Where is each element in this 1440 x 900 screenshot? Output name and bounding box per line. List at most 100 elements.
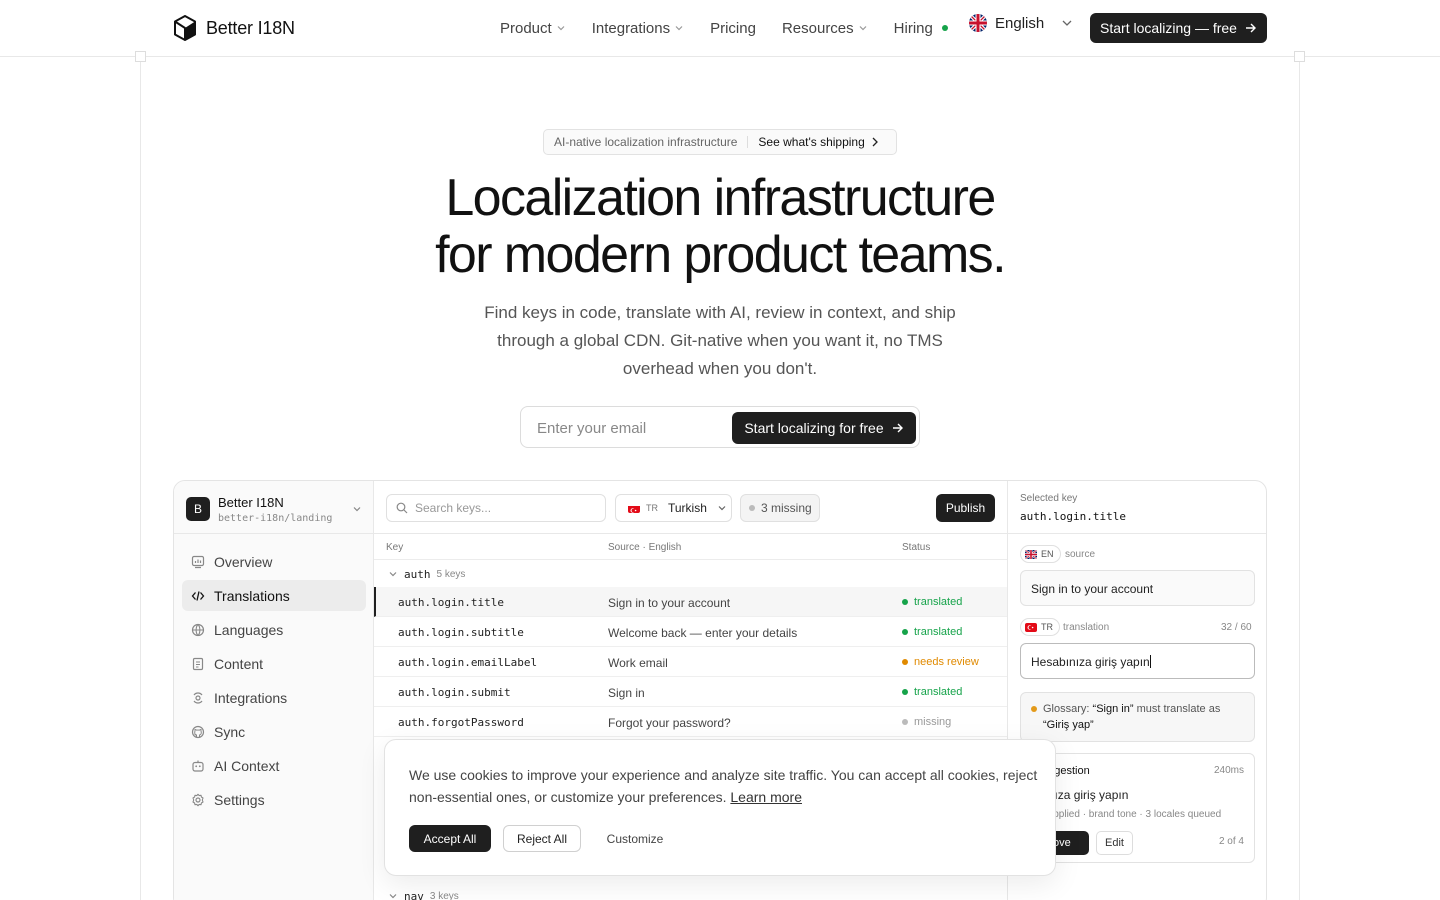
row-key: auth.forgotPassword bbox=[398, 716, 524, 729]
sidebar-item-translations[interactable]: Translations bbox=[182, 580, 366, 611]
search-keys-placeholder: Search keys... bbox=[415, 501, 492, 515]
accept-all-button[interactable]: Accept All bbox=[409, 825, 491, 852]
language-selector[interactable]: English bbox=[969, 14, 1074, 32]
source-locale-code: EN bbox=[1041, 549, 1054, 559]
workspace-repo: better-i18n/landing bbox=[218, 512, 333, 524]
sidebar-item-integrations[interactable]: Integrations bbox=[182, 682, 366, 713]
workspace-switcher[interactable]: B Better I18N better-i18n/landing bbox=[186, 494, 364, 524]
text-cursor bbox=[1149, 655, 1151, 668]
nav-product[interactable]: Product bbox=[500, 20, 566, 37]
suggestion-pager: 2 of 4 bbox=[1218, 836, 1244, 847]
language-name: Turkish bbox=[668, 501, 707, 515]
nav-hiring-label: Hiring bbox=[893, 19, 933, 37]
selected-key-name: auth.login.title bbox=[1020, 510, 1126, 523]
sidebar-item-languages[interactable]: Languages bbox=[182, 614, 366, 645]
nav-resources-label: Resources bbox=[781, 19, 854, 37]
row-key: auth.login.title bbox=[398, 596, 504, 609]
turkey-flag-icon bbox=[628, 504, 640, 513]
sidebar-item-label: Translations bbox=[214, 587, 290, 604]
top-navigation-bar: Better I18N Product Integrations Pricing… bbox=[0, 0, 1440, 57]
missing-filter-badge[interactable]: 3 missing bbox=[740, 494, 820, 522]
language-label: English bbox=[995, 14, 1045, 32]
row-status-label: translated bbox=[914, 686, 963, 698]
key-group-auth[interactable]: auth 5 keys bbox=[374, 561, 1007, 587]
chevron-down-icon bbox=[557, 26, 565, 31]
sidebar-item-label: Settings bbox=[214, 791, 265, 808]
document-icon bbox=[192, 657, 204, 670]
chevron-down-icon bbox=[389, 572, 397, 577]
ai-suggestion-latency: 240ms bbox=[1213, 765, 1244, 776]
translation-input[interactable]: Hesabınıza giriş yapın bbox=[1020, 643, 1255, 679]
table-row[interactable]: auth.forgotPassword Forgot your password… bbox=[374, 707, 1007, 737]
group-name: nav bbox=[404, 889, 424, 900]
target-language-select[interactable]: TR Turkish bbox=[615, 494, 732, 522]
workspace-name: Better I18N bbox=[218, 494, 284, 510]
frame-line-left bbox=[140, 57, 141, 900]
signup-button[interactable]: Start localizing for free bbox=[732, 412, 916, 444]
edit-button[interactable]: Edit bbox=[1096, 831, 1133, 855]
status-dot bbox=[902, 659, 908, 665]
glossary-target: “Giriş yap” bbox=[1043, 719, 1094, 731]
hero-title: Localization infrastructure for modern p… bbox=[320, 170, 1120, 284]
search-icon bbox=[396, 502, 408, 514]
row-source: Sign in bbox=[608, 686, 645, 700]
hero-title-line-2: for modern product teams. bbox=[435, 226, 1006, 284]
search-keys-input[interactable]: Search keys... bbox=[386, 494, 606, 522]
nav-product-label: Product bbox=[500, 19, 552, 37]
nav-pricing-label: Pricing bbox=[710, 19, 756, 37]
row-source: Welcome back — enter your details bbox=[608, 626, 798, 640]
status-dot bbox=[902, 629, 908, 635]
row-key: auth.login.submit bbox=[398, 686, 511, 699]
nav-pricing[interactable]: Pricing bbox=[710, 20, 756, 37]
start-localizing-label: Start localizing — free bbox=[1100, 20, 1237, 36]
key-group-nav[interactable]: nav 3 keys bbox=[374, 883, 1007, 900]
nav-hiring[interactable]: Hiring bbox=[894, 20, 948, 37]
brand-logo[interactable]: Better I18N bbox=[173, 15, 295, 41]
announcement-tagline: AI-native localization infrastructure bbox=[544, 136, 749, 148]
reject-all-button[interactable]: Reject All bbox=[503, 825, 581, 852]
frame-line-right bbox=[1299, 57, 1300, 900]
arrow-right-icon bbox=[892, 423, 903, 433]
sidebar-item-label: Languages bbox=[214, 621, 284, 638]
target-caption: translation bbox=[1063, 622, 1110, 633]
cookie-message-text: We use cookies to improve your experienc… bbox=[409, 767, 1038, 805]
integrations-icon bbox=[193, 691, 203, 704]
table-row[interactable]: auth.login.emailLabel Work email needs r… bbox=[374, 647, 1007, 677]
sidebar-nav: Overview Translations Languages Content … bbox=[182, 546, 366, 818]
start-localizing-button[interactable]: Start localizing — free bbox=[1090, 13, 1267, 43]
announcement-link[interactable]: See what's shipping bbox=[748, 135, 878, 149]
table-header: Key Source · English Status bbox=[374, 535, 1007, 560]
sidebar-item-sync[interactable]: Sync bbox=[182, 716, 366, 747]
announcement-pill[interactable]: AI-native localization infrastructure Se… bbox=[543, 129, 897, 155]
email-input[interactable] bbox=[537, 417, 727, 439]
group-count: 3 keys bbox=[429, 890, 459, 900]
code-icon bbox=[191, 590, 205, 601]
missing-dot bbox=[749, 505, 755, 511]
brand-name: Better I18N bbox=[206, 17, 295, 38]
sidebar-item-overview[interactable]: Overview bbox=[182, 546, 366, 577]
turkey-flag-icon bbox=[1025, 622, 1037, 632]
sidebar-item-label: Integrations bbox=[214, 689, 288, 706]
table-row[interactable]: auth.login.submit Sign in translated bbox=[374, 677, 1007, 707]
learn-more-link[interactable]: Learn more bbox=[730, 789, 802, 805]
table-row[interactable]: auth.login.title Sign in to your account… bbox=[374, 587, 1007, 617]
sidebar-item-settings[interactable]: Settings bbox=[182, 784, 366, 815]
chevron-down-icon bbox=[718, 506, 726, 511]
glossary-notice: Glossary: “Sign in” must translate as “G… bbox=[1020, 692, 1255, 742]
customize-button[interactable]: Customize bbox=[593, 825, 677, 852]
chevron-down-icon bbox=[389, 894, 397, 899]
sidebar-item-ai-context[interactable]: AI Context bbox=[182, 750, 366, 781]
glossary-mid: must translate as bbox=[1136, 703, 1221, 715]
publish-button[interactable]: Publish bbox=[936, 494, 995, 522]
hero-subtitle: Find keys in code, translate with AI, re… bbox=[484, 303, 956, 378]
table-row[interactable]: auth.login.subtitle Welcome back — enter… bbox=[374, 617, 1007, 647]
translation-text: Hesabınıza giriş yapın bbox=[1031, 655, 1150, 669]
source-caption: source bbox=[1065, 549, 1096, 560]
nav-integrations[interactable]: Integrations bbox=[592, 20, 684, 37]
character-count: 32 / 60 bbox=[1221, 622, 1252, 633]
translations-toolbar: Search keys... TR Turkish 3 missing Publ… bbox=[374, 481, 1007, 534]
sidebar-item-content[interactable]: Content bbox=[182, 648, 366, 679]
target-locale-code: TR bbox=[1041, 622, 1053, 632]
cookie-message: We use cookies to improve your experienc… bbox=[409, 764, 1039, 808]
nav-resources[interactable]: Resources bbox=[782, 20, 868, 37]
